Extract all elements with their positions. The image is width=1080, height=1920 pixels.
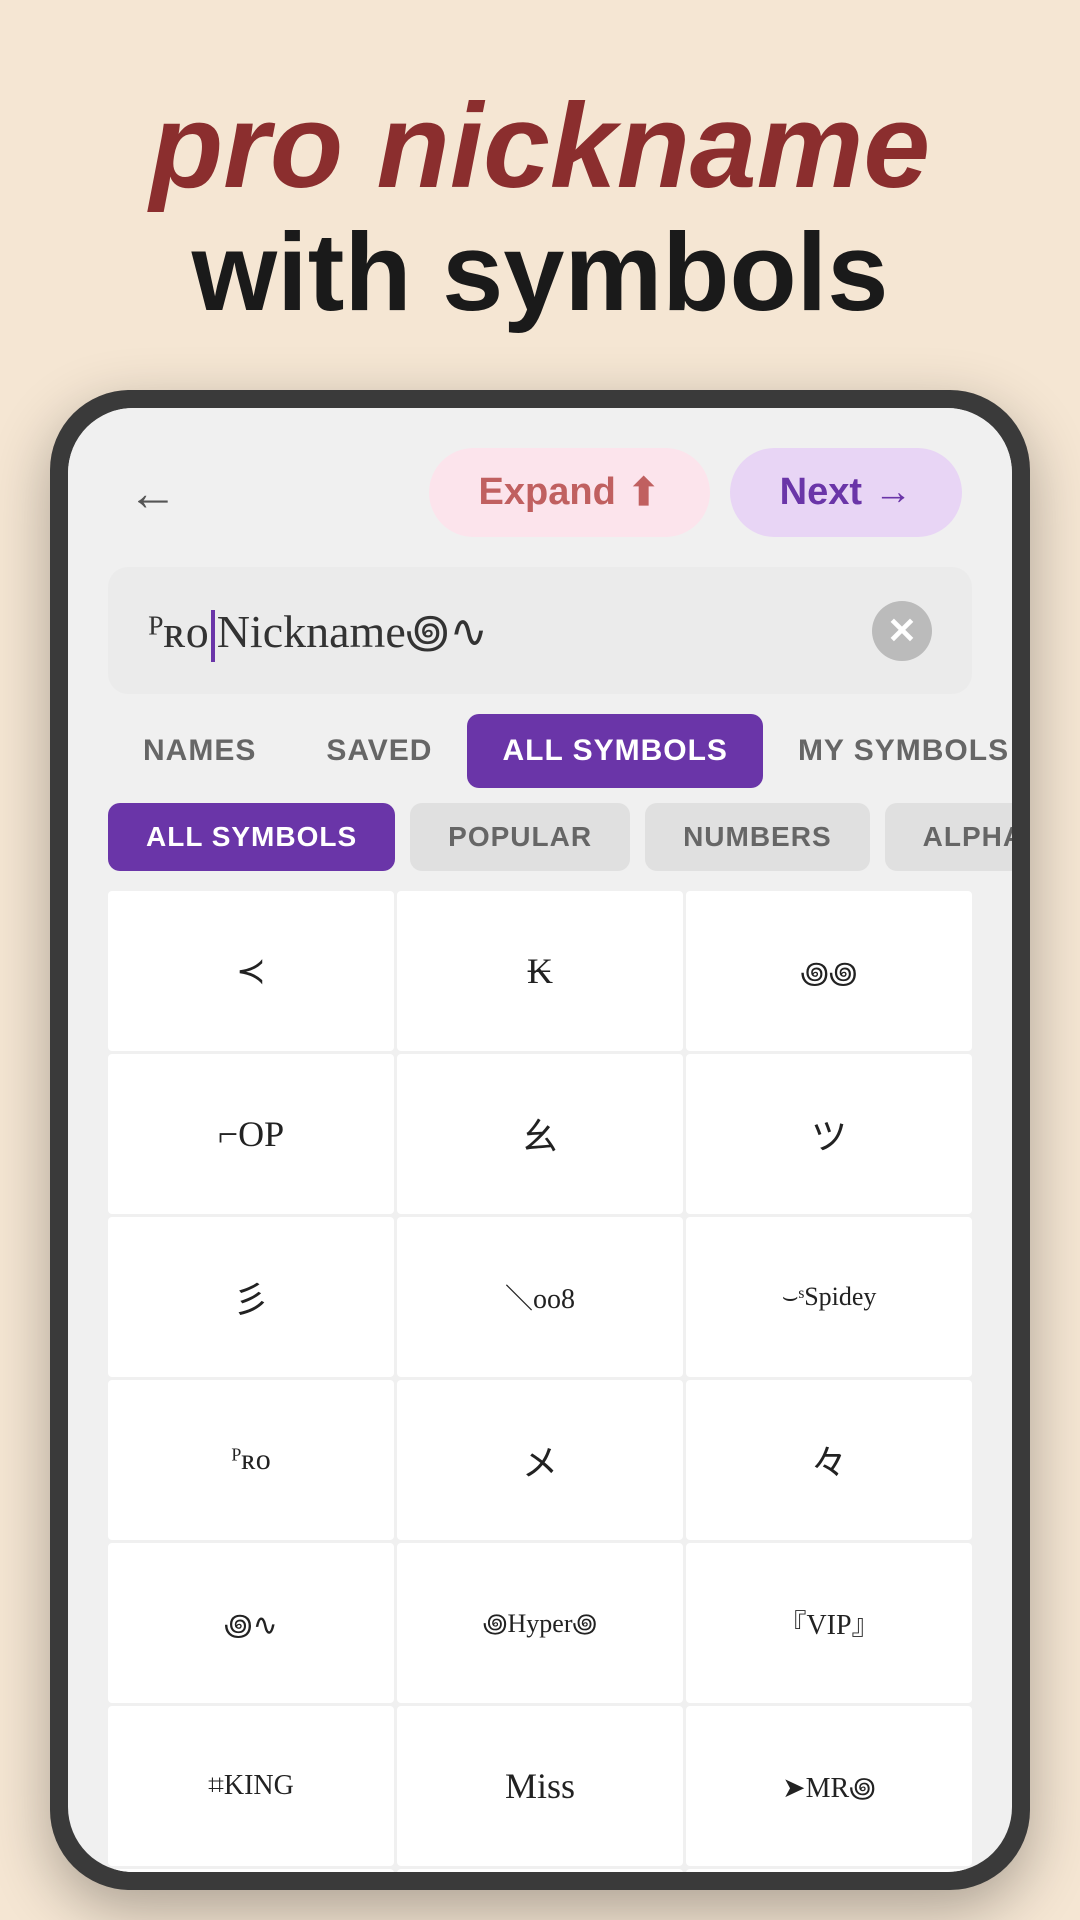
symbol-cell[interactable]: ꩜꩜ — [686, 891, 972, 1051]
expand-label: Expand — [479, 471, 616, 514]
symbol-cell[interactable]: ⌐OP — [108, 1054, 394, 1214]
symbol-cell[interactable]: ✦FF· — [108, 1869, 394, 1872]
top-action-buttons: Expand ⬆ Next → — [429, 448, 962, 537]
phone-mockup: ← Expand ⬆ Next → ᴾʀᴏNickname꩜∿ — [50, 390, 1030, 1890]
symbol-cell[interactable]: ⌗KING — [108, 1706, 394, 1866]
symbol-cell[interactable]: ₭ — [397, 891, 683, 1051]
clear-button[interactable]: ✕ — [872, 601, 932, 661]
symbol-cell[interactable]: ꩜Hyper꩜ — [397, 1543, 683, 1703]
tab-all-symbols[interactable]: ALL SYMBOLS — [467, 714, 762, 788]
tab-saved[interactable]: SAVED — [291, 714, 467, 788]
category-tabs: NAMES SAVED ALL SYMBOLS MY SYMBOLS A — [68, 714, 1012, 803]
symbol-cell[interactable]: ♛ — [397, 1869, 683, 1872]
subtab-all[interactable]: ALL SYMBOLS — [108, 803, 395, 871]
symbols-grid: ≺ ₭ ꩜꩜ ⌐OP 幺 ツ 彡 ＼oo8 ⌣ˢSpidey ᴾʀᴏ メ 々 ꩜… — [68, 891, 1012, 1872]
symbol-cell[interactable]: ＼oo8 — [397, 1217, 683, 1377]
phone-screen: ← Expand ⬆ Next → ᴾʀᴏNickname꩜∿ — [68, 408, 1012, 1872]
symbol-cell[interactable]: ≺ — [108, 891, 394, 1051]
next-label: Next — [780, 471, 862, 514]
symbol-cell[interactable]: 幺 — [397, 1054, 683, 1214]
symbol-cell[interactable]: ツ — [686, 1054, 972, 1214]
next-arrow-icon: → — [874, 471, 912, 514]
tab-names[interactable]: NAMES — [108, 714, 291, 788]
header-section: pro nickname with symbols — [0, 0, 1080, 373]
top-bar: ← Expand ⬆ Next → — [68, 408, 1012, 567]
symbol-cell[interactable]: ᴾʀᴏ — [108, 1380, 394, 1540]
nickname-text-display[interactable]: ᴾʀᴏNickname꩜∿ — [148, 597, 872, 664]
expand-icon: ⬆ — [628, 470, 660, 515]
subtab-numbers[interactable]: NUMBERS — [645, 803, 870, 871]
text-cursor — [211, 610, 215, 662]
back-button[interactable]: ← — [118, 454, 188, 532]
nickname-input-container: ᴾʀᴏNickname꩜∿ ✕ — [108, 567, 972, 694]
symbol-cell[interactable]: メ — [397, 1380, 683, 1540]
symbol-subtabs: ALL SYMBOLS POPULAR NUMBERS ALPHABET — [68, 803, 1012, 891]
nickname-rest: Nickname꩜∿ — [217, 606, 488, 657]
symbol-cell[interactable]: 彡 — [108, 1217, 394, 1377]
app-screen: ← Expand ⬆ Next → ᴾʀᴏNickname꩜∿ — [68, 408, 1012, 1872]
expand-button[interactable]: Expand ⬆ — [429, 448, 710, 537]
symbol-cell[interactable]: ⌗ — [686, 1869, 972, 1872]
symbol-cell[interactable]: 『VIP』 — [686, 1543, 972, 1703]
subtab-popular[interactable]: POPULAR — [410, 803, 630, 871]
symbol-cell[interactable]: ꩜∿ — [108, 1543, 394, 1703]
symbol-cell[interactable]: Miss — [397, 1706, 683, 1866]
next-button[interactable]: Next → — [730, 448, 962, 537]
tab-my-symbols[interactable]: MY SYMBOLS — [763, 714, 1012, 788]
symbol-cell[interactable]: ➤MR꩜ — [686, 1706, 972, 1866]
symbol-cell[interactable]: 々 — [686, 1380, 972, 1540]
title-line2: with symbols — [60, 212, 1020, 333]
title-line1: pro nickname — [60, 80, 1020, 212]
subtab-alphabet[interactable]: ALPHABET — [885, 803, 1012, 871]
symbol-cell[interactable]: ⌣ˢSpidey — [686, 1217, 972, 1377]
nickname-value: ᴾʀᴏ — [148, 606, 209, 657]
